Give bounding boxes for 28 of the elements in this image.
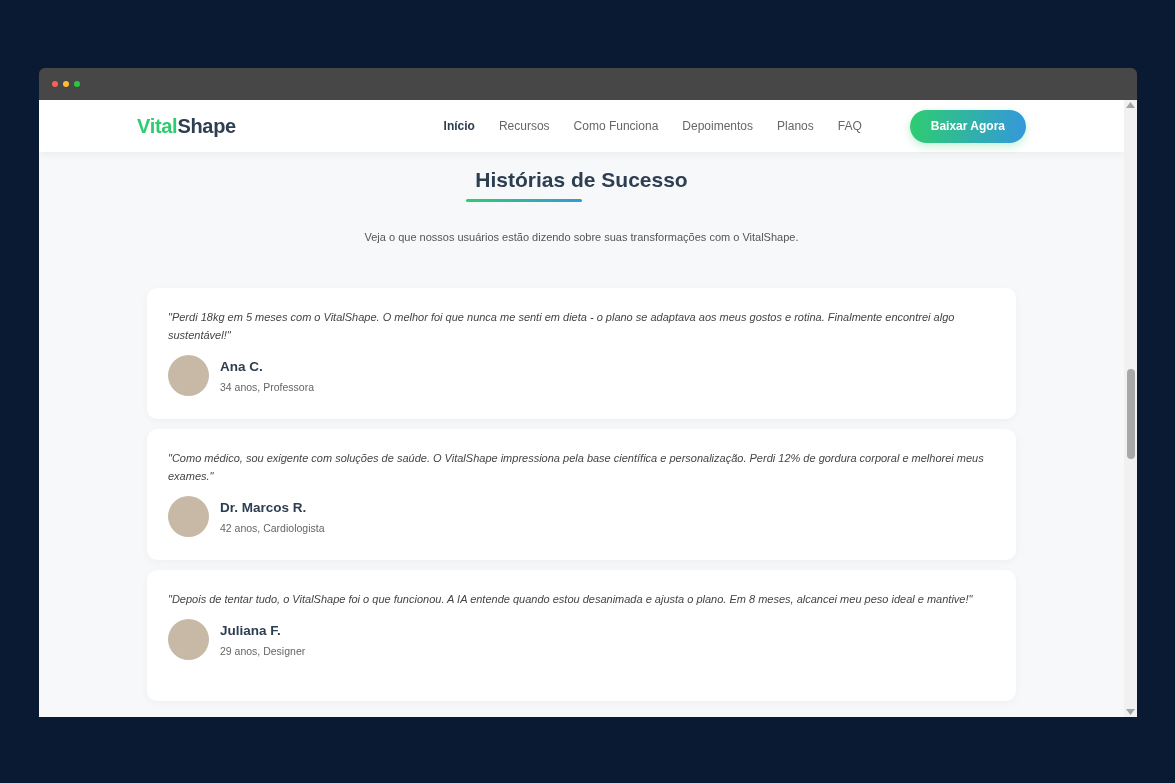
author-name: Dr. Marcos R. (220, 499, 308, 515)
avatar-placeholder (168, 355, 209, 396)
testimonial-quote: "Perdi 18kg em 5 meses com o VitalShape. O melhor foi que nunca me senti em dieta - o plano se adaptava aos meus gostos e rotina. Finalmente encontrei algo sustentável!" (168, 310, 956, 343)
minimize-window-icon[interactable] (63, 81, 69, 87)
maximize-window-icon[interactable] (74, 81, 80, 87)
author-name: Ana C. (220, 358, 264, 374)
author-name: Juliana F. (220, 622, 282, 638)
nav-link[interactable]: Depoimentos (682, 119, 754, 133)
nav-link[interactable]: Início (443, 119, 475, 133)
section-title: Histórias de Sucesso (475, 168, 688, 192)
avatar-placeholder (168, 619, 209, 660)
nav-link[interactable]: Recursos (498, 119, 550, 133)
close-window-icon[interactable] (52, 81, 58, 87)
avatar-placeholder (168, 496, 209, 537)
nav-link[interactable]: FAQ (837, 119, 862, 133)
nav-link[interactable]: Como Funciona (573, 119, 659, 133)
scroll-down-icon[interactable] (1126, 709, 1135, 715)
scrollbar[interactable] (1124, 100, 1137, 717)
logo[interactable]: VitalShape (137, 114, 236, 138)
author-details: 42 anos, Cardiologista (220, 521, 325, 534)
author-details: 29 anos, Designer (220, 644, 306, 657)
testimonial-quote: "Como médico, sou exigente com soluções de saúde. O VitalShape impressiona pela base científica e personalização. Perdi 12% de gordura corporal e melhorei meus exames." (168, 451, 985, 484)
testimonial-quote: "Depois de tentar tudo, o VitalShape foi o que funcionou. A IA entende quando estou desanimada e ajusta o plano. Em 8 meses, alcancei meu peso ideal e mantive!" (168, 592, 974, 607)
scroll-up-icon[interactable] (1126, 102, 1135, 108)
scrollbar-thumb[interactable] (1127, 369, 1135, 459)
section-subtitle: Veja o que nossos usuários estão dizendo sobre suas transformações com o VitalShape. (364, 231, 799, 243)
author-details: 34 anos, Professora (220, 380, 314, 393)
nav-link[interactable]: Planos (777, 119, 814, 133)
